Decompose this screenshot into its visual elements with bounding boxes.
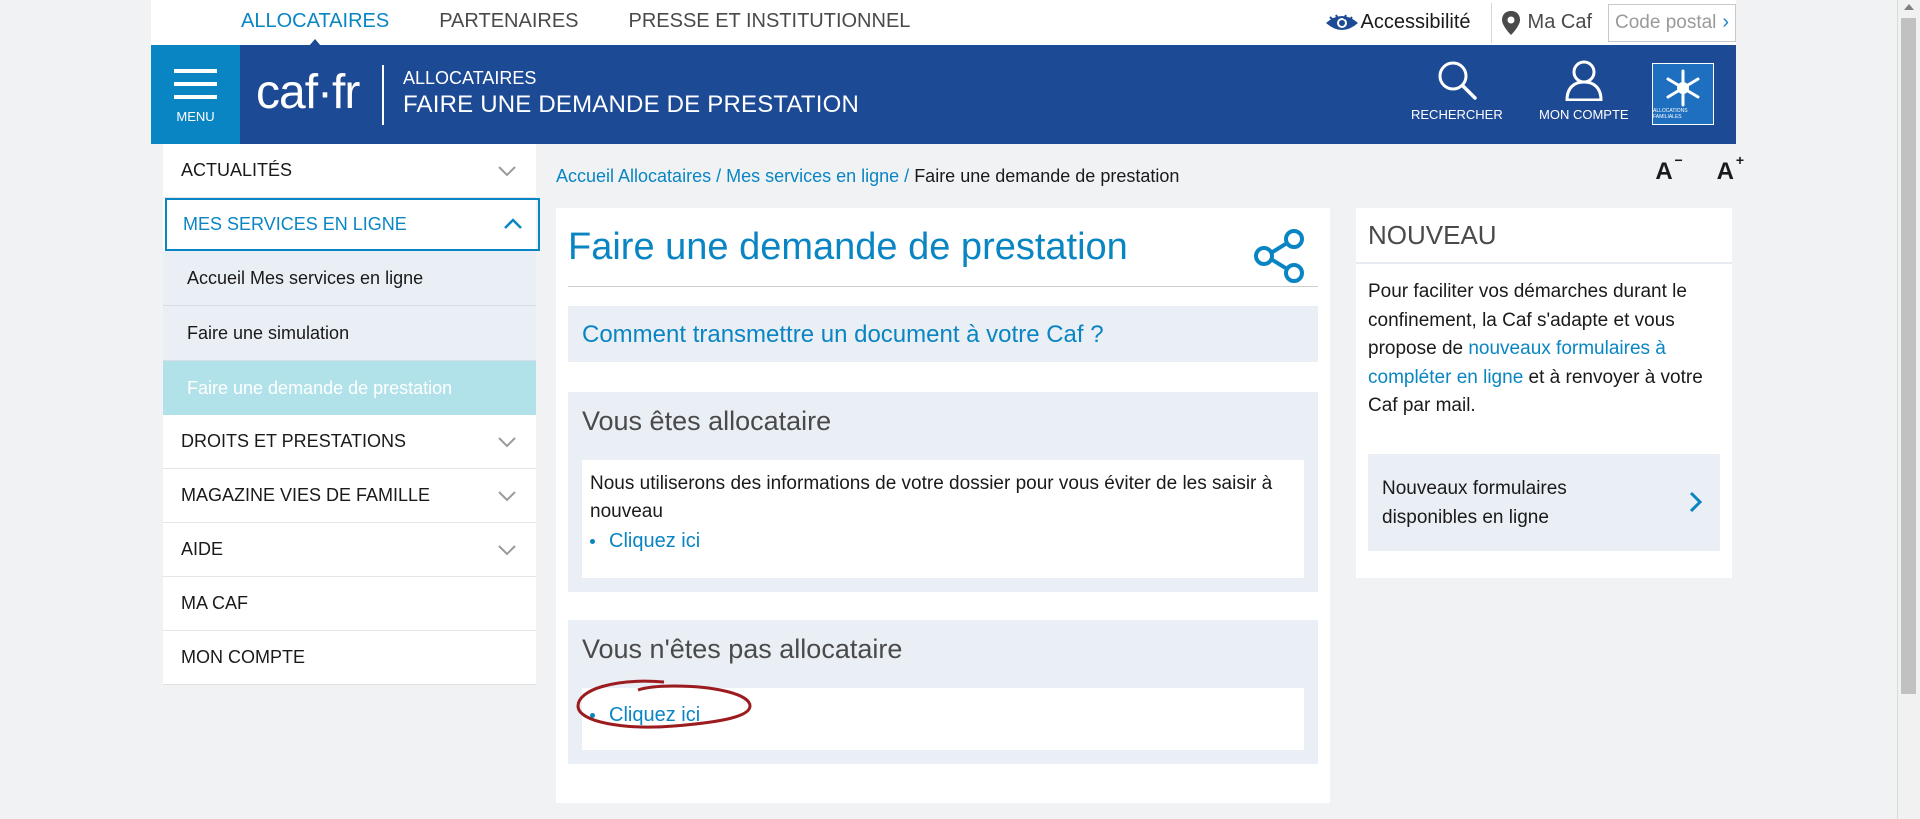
sidebar-item-label: MON COMPTE <box>181 647 305 667</box>
search-label: RECHERCHER <box>1411 107 1503 122</box>
allocataire-heading: Vous êtes allocataire <box>582 406 832 436</box>
divider <box>1490 2 1492 43</box>
sidebar-item-actualites[interactable]: ACTUALITÉS <box>163 144 536 198</box>
increase-font-label: A <box>1716 158 1734 185</box>
sidebar-item-label: MA CAF <box>181 593 249 613</box>
postal-placeholder: Code postal <box>1615 11 1717 33</box>
chevron-down-icon <box>498 491 516 502</box>
page-title: Faire une demande de prestation <box>568 226 1128 268</box>
search-button[interactable]: RECHERCHER <box>1411 59 1503 122</box>
accessibility-link[interactable]: Accessibilité <box>1324 11 1471 34</box>
sidebar-item-mon-compte[interactable]: MON COMPTE <box>163 631 536 684</box>
scroll-thumb[interactable] <box>1901 18 1916 694</box>
increase-font-button[interactable]: A + <box>1699 152 1744 186</box>
breadcrumb-separator: / <box>899 166 915 186</box>
scroll-up-icon[interactable] <box>1904 4 1914 10</box>
sidebar-item-magazine[interactable]: MAGAZINE VIES DE FAMILLE <box>163 469 536 523</box>
allocataire-panel: Nous utiliserons des informations de vot… <box>582 460 1304 578</box>
sidebar-subitem-simulation[interactable]: Faire une simulation <box>163 306 536 361</box>
sidebar-item-label: ACTUALITÉS <box>181 160 293 180</box>
postal-code-input[interactable]: Code postal › <box>1608 3 1736 42</box>
nouveau-heading: NOUVEAU <box>1368 220 1497 250</box>
chevron-right-icon <box>1689 491 1703 513</box>
sidebar-item-mes-services[interactable]: MES SERVICES EN LIGNE <box>165 198 540 251</box>
title-divider <box>568 286 1318 287</box>
bullet <box>590 539 595 544</box>
user-icon <box>1565 60 1603 101</box>
accessibility-label: Accessibilité <box>1360 11 1471 33</box>
nouveau-card: NOUVEAU Pour faciliter vos démarches dur… <box>1356 208 1732 578</box>
nav-allocataires[interactable]: ALLOCATAIRES <box>241 0 389 46</box>
sidebar-item-label: AIDE <box>181 539 224 559</box>
audience-nav: ALLOCATAIRES PARTENAIRES PRESSE ET INSTI… <box>241 0 960 46</box>
ma-caf-label: Ma Caf <box>1527 11 1592 33</box>
nouveaux-formulaires-label: Nouveaux formulaires disponibles en lign… <box>1382 478 1567 528</box>
non-allocataire-heading: Vous n'êtes pas allocataire <box>582 634 903 664</box>
decrease-font-label: A <box>1655 158 1673 185</box>
allocations-familiales-logo[interactable]: ALLOCATIONS FAMILIALES <box>1652 63 1714 125</box>
eye-icon <box>1326 14 1359 30</box>
sidebar-item-ma-caf[interactable]: MA CAF <box>163 577 536 631</box>
chevron-right-icon[interactable]: › <box>1722 11 1729 34</box>
breadcrumb-home[interactable]: Accueil Allocataires <box>556 166 711 186</box>
share-icon[interactable] <box>1252 228 1308 284</box>
sidebar-item-label: MAGAZINE VIES DE FAMILLE <box>181 485 431 505</box>
account-button[interactable]: MON COMPTE <box>1539 59 1629 122</box>
increase-font-sign: + <box>1735 152 1744 168</box>
menu-button[interactable]: MENU <box>151 45 240 153</box>
sidebar-subitem-demande[interactable]: Faire une demande de prestation <box>163 361 536 415</box>
hamburger-icon <box>174 69 217 108</box>
chevron-down-icon <box>498 166 516 177</box>
logo-divider <box>382 65 384 125</box>
allocataire-block: Vous êtes allocataire Nous utiliserons d… <box>568 392 1318 592</box>
breadcrumb: Accueil Allocataires / Mes services en l… <box>556 166 1179 187</box>
non-allocataire-block: Vous n'êtes pas allocataire Cliquez ici <box>568 620 1318 764</box>
sidebar-subitem-accueil[interactable]: Accueil Mes services en ligne <box>163 251 536 306</box>
allocataire-cliquez-label: Cliquez ici <box>609 530 701 552</box>
nav-partenaires[interactable]: PARTENAIRES <box>439 0 578 45</box>
sidebar-item-label: DROITS ET PRESTATIONS <box>181 431 407 451</box>
snowflake-emblem-icon <box>1666 69 1700 107</box>
main-card: Faire une demande de prestation Comment … <box>556 208 1330 803</box>
breadcrumb-parent[interactable]: Mes services en ligne <box>726 166 899 186</box>
account-label: MON COMPTE <box>1539 107 1629 122</box>
font-size-controls: A − A + <box>1619 152 1744 186</box>
header-title: ALLOCATAIRES FAIRE UNE DEMANDE DE PRESTA… <box>403 67 859 121</box>
sidebar-item-droits[interactable]: DROITS ET PRESTATIONS <box>163 415 536 469</box>
breadcrumb-current: Faire une demande de prestation <box>914 166 1180 186</box>
nouveau-divider <box>1356 262 1732 264</box>
decrease-font-button[interactable]: A − <box>1637 152 1682 186</box>
sidebar-item-label: MES SERVICES EN LIGNE <box>183 214 407 234</box>
allocataire-text: Nous utiliserons des informations de vot… <box>590 473 1273 522</box>
menu-label: MENU <box>176 109 215 124</box>
top-tools: Accessibilité Ma Caf Code postal › <box>1324 0 1736 45</box>
caf-logo[interactable]: caf·fr <box>256 65 360 121</box>
emblem-text: ALLOCATIONS FAMILIALES <box>1653 108 1688 120</box>
ma-caf-link[interactable]: Ma Caf <box>1500 10 1592 36</box>
nav-presse[interactable]: PRESSE ET INSTITUTIONNEL <box>629 0 911 45</box>
header-section: ALLOCATAIRES <box>403 68 537 88</box>
site-header: MENU caf·fr ALLOCATAIRES FAIRE UNE DEMAN… <box>151 45 1736 153</box>
search-icon <box>1438 61 1477 100</box>
top-bar: ALLOCATAIRES PARTENAIRES PRESSE ET INSTI… <box>151 0 1736 46</box>
sidebar-item-aide[interactable]: AIDE <box>163 523 536 577</box>
header-page-title: FAIRE UNE DEMANDE DE PRESTATION <box>403 91 860 118</box>
transmit-document-link[interactable]: Comment transmettre un document à votre … <box>568 306 1318 362</box>
nouveau-text: Pour faciliter vos démarches durant le c… <box>1368 278 1720 421</box>
chevron-up-icon <box>504 218 522 229</box>
location-pin-icon <box>1501 10 1520 35</box>
chevron-down-icon <box>498 545 516 556</box>
red-circle-annotation <box>576 679 752 729</box>
sidebar-nav: ACTUALITÉS MES SERVICES EN LIGNE Accueil… <box>163 144 540 685</box>
decrease-font-sign: − <box>1674 152 1683 168</box>
non-allocataire-panel: Cliquez ici <box>576 679 1304 750</box>
chevron-down-icon <box>498 437 516 448</box>
nouveaux-formulaires-button[interactable]: Nouveaux formulaires disponibles en lign… <box>1368 454 1720 551</box>
allocataire-cliquez-link[interactable]: Cliquez ici <box>590 530 700 553</box>
vertical-scrollbar[interactable] <box>1897 0 1920 819</box>
breadcrumb-separator: / <box>711 166 727 186</box>
transmit-document-label: Comment transmettre un document à votre … <box>582 321 1104 348</box>
